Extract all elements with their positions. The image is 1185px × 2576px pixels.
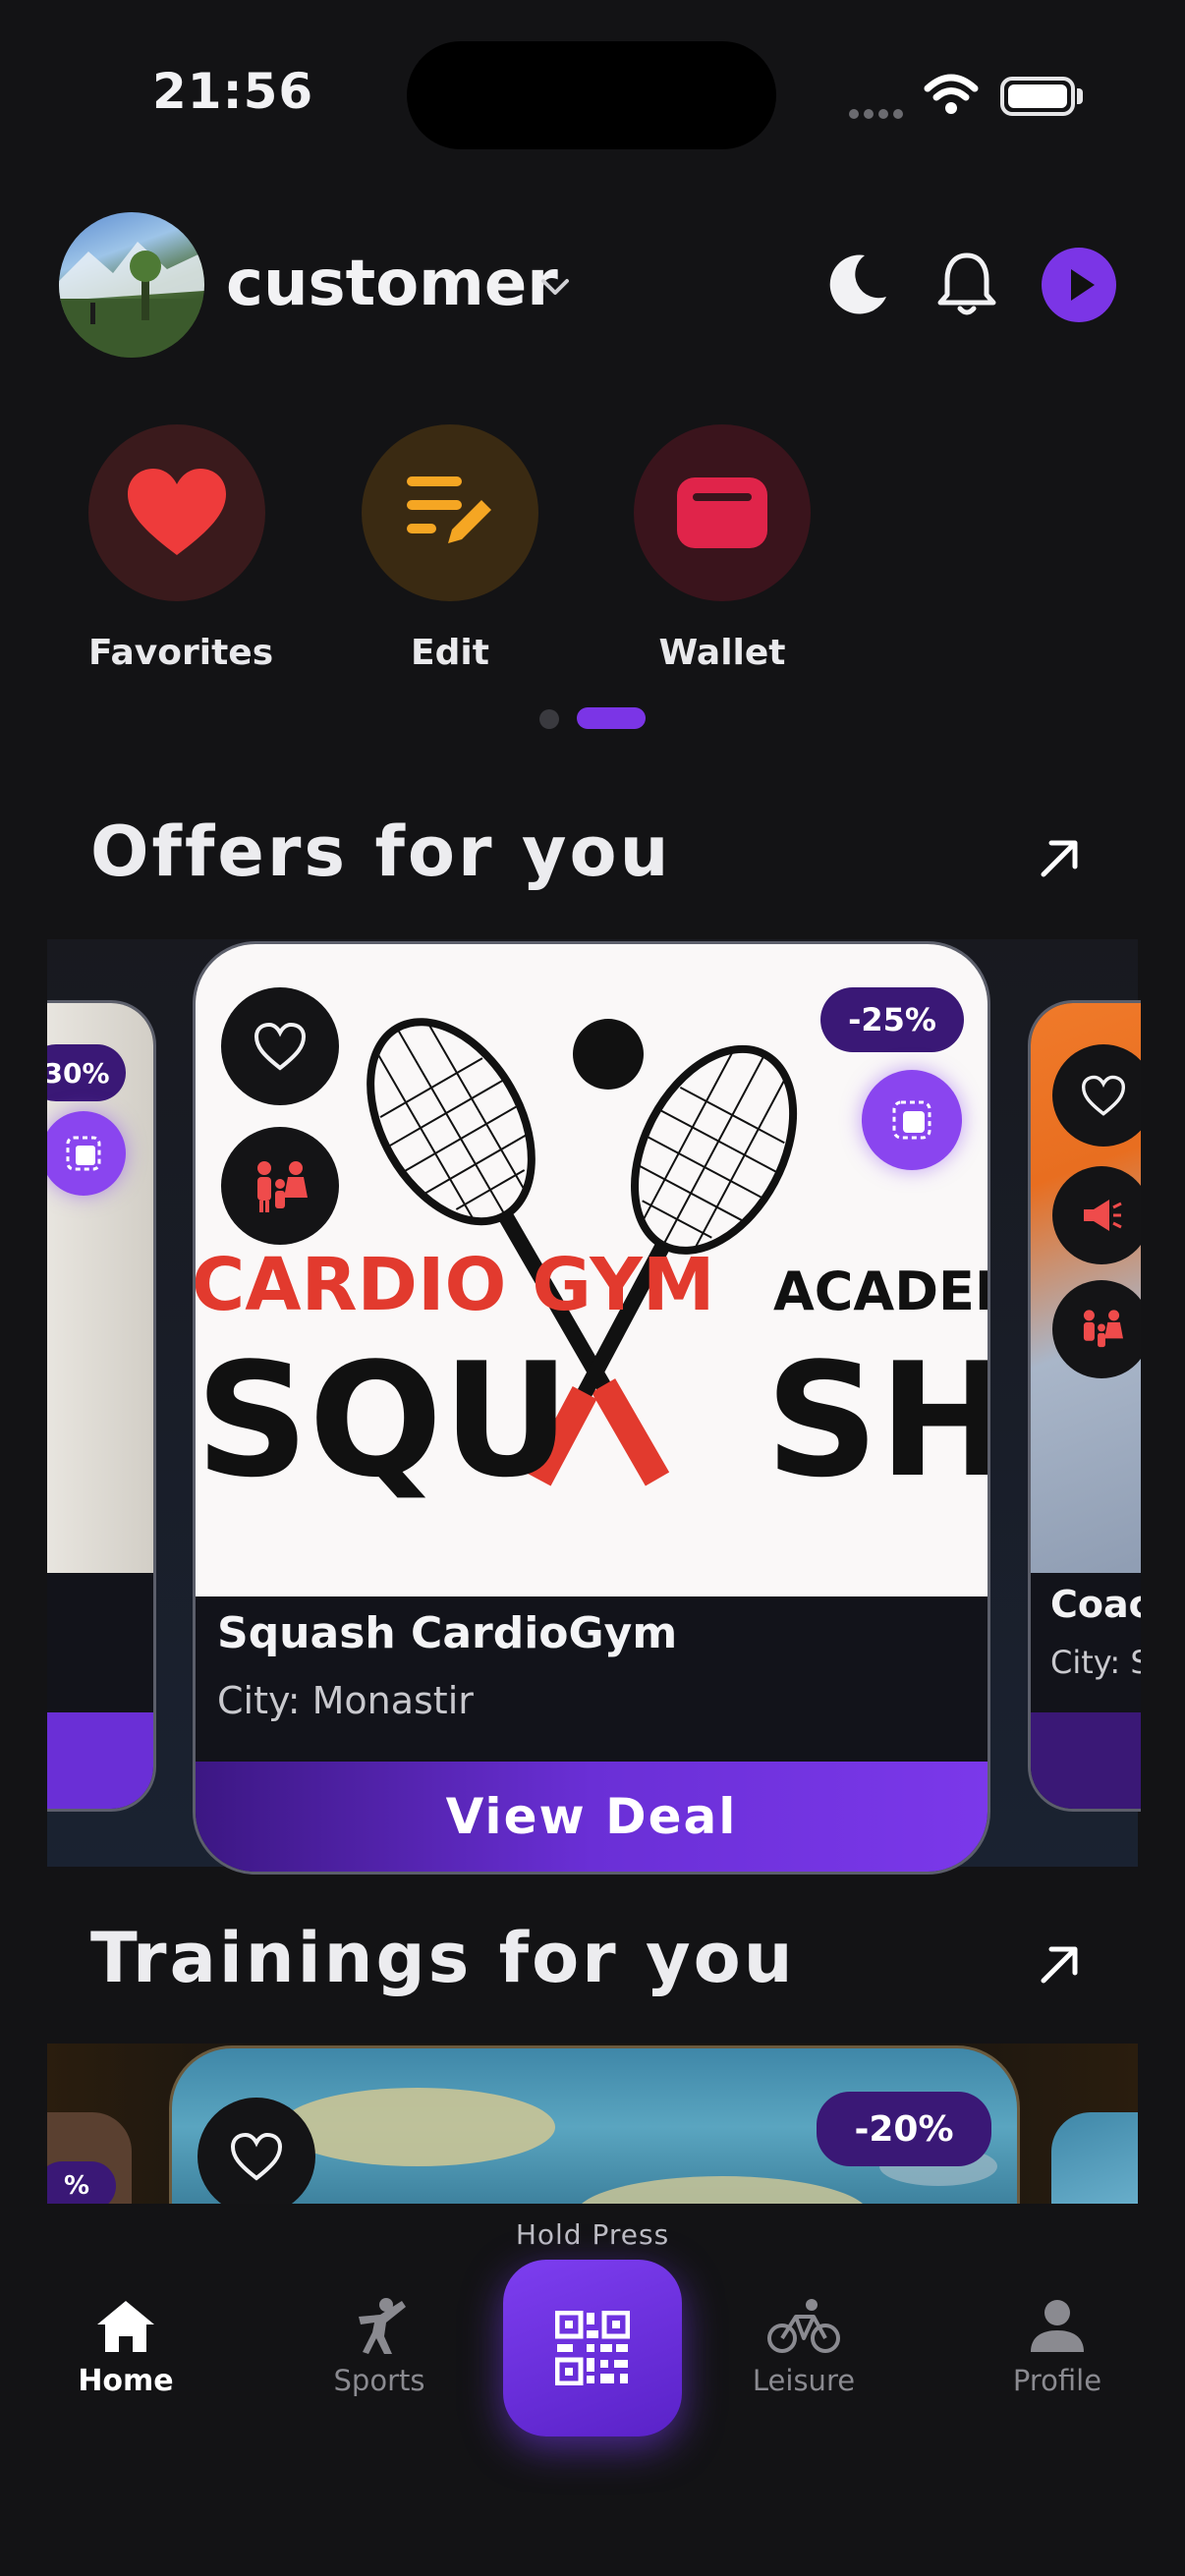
heart-outline-icon <box>254 1022 307 1071</box>
image-text-left: SQU <box>196 1328 570 1512</box>
favorite-button[interactable] <box>221 987 339 1105</box>
page-indicator-dot[interactable] <box>539 709 559 729</box>
image-text-right: SH <box>765 1328 988 1512</box>
megaphone-badge <box>1052 1166 1141 1264</box>
heart-outline-icon <box>1081 1075 1126 1116</box>
training-card-next[interactable] <box>1051 2112 1138 2211</box>
family-badge <box>1052 1280 1141 1378</box>
nav-profile[interactable]: Profile <box>959 2297 1156 2397</box>
page-indicator-active[interactable] <box>577 707 646 729</box>
heart-icon <box>128 469 226 555</box>
offer-name: Squash CardioGym <box>217 1608 678 1658</box>
offer-city: City: S <box>1050 1644 1141 1681</box>
quick-action-label: Favorites <box>88 633 274 673</box>
quick-action-wallet[interactable]: Wallet <box>634 424 811 673</box>
quick-action-label: Edit <box>411 633 489 673</box>
moon-icon[interactable] <box>816 246 894 324</box>
hold-press-label: Hold Press <box>515 2218 670 2251</box>
wifi-icon <box>924 74 979 114</box>
wallet-icon <box>677 477 767 548</box>
battery-icon <box>1000 77 1075 116</box>
trainings-title: Trainings for you <box>90 1918 796 1998</box>
offers-title: Offers for you <box>90 812 672 892</box>
offer-card-previous[interactable]: 30% <box>47 1000 156 1812</box>
training-card-previous[interactable]: % <box>47 2112 132 2211</box>
view-deal-button[interactable]: View Deal <box>196 1762 988 1872</box>
offer-card[interactable]: CARDIO GYM ACADEMY SQU SH -25% Squash Ca… <box>193 941 990 1875</box>
person-icon <box>1031 2300 1084 2352</box>
copy-icon <box>66 1136 101 1171</box>
discount-badge: -25% <box>820 987 964 1052</box>
nav-label: Leisure <box>752 2364 856 2397</box>
megaphone-icon <box>1084 1200 1122 1231</box>
nav-leisure[interactable]: Leisure <box>705 2297 902 2397</box>
qr-code-icon <box>555 2311 630 2385</box>
bicycle-icon <box>767 2299 840 2353</box>
arrow-up-right-icon[interactable] <box>1036 833 1085 882</box>
cellular-signal-icon <box>849 104 908 123</box>
status-time: 21:56 <box>152 63 314 120</box>
chevron-down-icon[interactable] <box>536 267 575 307</box>
heart-outline-icon <box>230 2132 283 2181</box>
home-icon <box>97 2301 154 2352</box>
edit-icon <box>407 476 491 543</box>
play-button[interactable] <box>1042 248 1116 322</box>
martial-arts-icon <box>359 2298 406 2354</box>
family-icon <box>257 1161 308 1212</box>
quick-action-label: Wallet <box>658 633 786 673</box>
nav-sports[interactable]: Sports <box>281 2297 478 2397</box>
avatar[interactable] <box>59 212 204 358</box>
quick-action-edit[interactable]: Edit <box>362 424 538 673</box>
qr-scan-button[interactable] <box>503 2260 682 2436</box>
arrow-up-right-icon[interactable] <box>1036 1939 1085 1988</box>
offer-city: City: Monastir <box>217 1679 474 1722</box>
username[interactable]: customer <box>226 248 558 320</box>
family-badge <box>221 1127 339 1245</box>
dynamic-island <box>407 41 776 149</box>
discount-badge: -20% <box>817 2092 991 2166</box>
nav-home[interactable]: Home <box>28 2297 224 2398</box>
favorite-button[interactable] <box>198 2098 315 2215</box>
bell-icon[interactable] <box>928 246 1006 324</box>
nav-label: Sports <box>333 2364 425 2397</box>
quick-action-favorites[interactable]: Favorites <box>88 424 274 673</box>
offer-name: Coac <box>1050 1583 1141 1626</box>
copy-button[interactable] <box>862 1070 962 1170</box>
family-icon <box>1083 1310 1123 1348</box>
offer-card-next[interactable]: Coac City: S <box>1028 1000 1141 1812</box>
play-icon <box>1071 269 1095 301</box>
image-text-academy: ACADEMY <box>773 1260 988 1322</box>
copy-icon <box>892 1100 931 1140</box>
nav-label: Profile <box>1012 2364 1102 2397</box>
battery-cap <box>1077 88 1083 104</box>
discount-badge: 30% <box>47 1044 126 1101</box>
image-text-cardio: CARDIO GYM <box>196 1243 715 1327</box>
nav-label: Home <box>78 2364 174 2398</box>
